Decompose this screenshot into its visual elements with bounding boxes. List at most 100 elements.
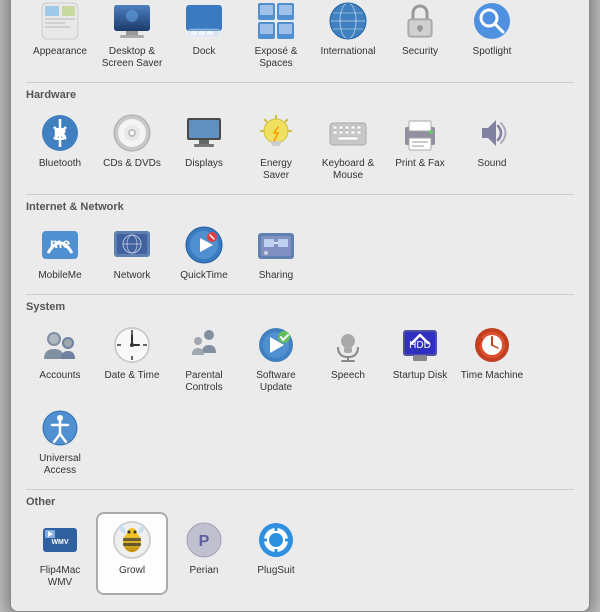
section-label-system: System: [26, 301, 574, 313]
pref-speech[interactable]: Speech: [314, 319, 382, 398]
universal-icon: [38, 406, 82, 450]
universal-label: UniversalAccess: [39, 453, 81, 477]
pref-displays[interactable]: Displays: [170, 107, 238, 186]
pref-desktop[interactable]: Desktop &Screen Saver: [98, 0, 166, 74]
cds-label: CDs & DVDs: [103, 158, 161, 170]
spotlight-icon: [470, 0, 514, 43]
cds-icon: [110, 111, 154, 155]
pref-international[interactable]: International: [314, 0, 382, 74]
svg-text:WMV: WMV: [51, 539, 68, 546]
pref-plugsuit[interactable]: PlugSuit: [242, 514, 310, 593]
pref-expose[interactable]: Exposé &Spaces: [242, 0, 310, 74]
print-label: Print & Fax: [395, 158, 444, 170]
mobileme-label: MobileMe: [38, 270, 81, 282]
pref-startup[interactable]: HDD Startup Disk: [386, 319, 454, 398]
pref-keyboard[interactable]: Keyboard &Mouse: [314, 107, 382, 186]
timemachine-icon: [470, 323, 514, 367]
pref-mobileme[interactable]: me MobileMe: [26, 219, 94, 286]
pref-software[interactable]: SoftwareUpdate: [242, 319, 310, 398]
svg-text:P: P: [199, 533, 210, 550]
desktop-label: Desktop &Screen Saver: [102, 46, 163, 70]
international-icon: [326, 0, 370, 43]
pref-parental[interactable]: ParentalControls: [170, 319, 238, 398]
quicktime-icon: [182, 223, 226, 267]
software-icon: [254, 323, 298, 367]
divider-internet: [26, 194, 574, 195]
desktop-icon: [110, 0, 154, 43]
personal-grid: Appearance: [26, 0, 574, 74]
pref-bluetooth[interactable]: ʙ Bluetooth: [26, 107, 94, 186]
pref-sharing[interactable]: Sharing: [242, 219, 310, 286]
energy-icon: [254, 111, 298, 155]
pref-network[interactable]: Network: [98, 219, 166, 286]
pref-energy[interactable]: EnergySaver: [242, 107, 310, 186]
print-icon: [398, 111, 442, 155]
security-icon: [398, 0, 442, 43]
keyboard-label: Keyboard &Mouse: [322, 158, 374, 182]
pref-sound[interactable]: Sound: [458, 107, 526, 186]
pref-security[interactable]: Security: [386, 0, 454, 74]
pref-accounts[interactable]: Accounts: [26, 319, 94, 398]
pref-cds[interactable]: CDs & DVDs: [98, 107, 166, 186]
divider-other: [26, 489, 574, 490]
pref-growl[interactable]: Growl: [98, 514, 166, 593]
startup-icon: HDD: [398, 323, 442, 367]
software-label: SoftwareUpdate: [256, 370, 295, 394]
speech-icon: [326, 323, 370, 367]
mobileme-icon: me: [38, 223, 82, 267]
sharing-label: Sharing: [259, 270, 293, 282]
expose-label: Exposé &Spaces: [255, 46, 298, 70]
pref-spotlight[interactable]: Spotlight: [458, 0, 526, 74]
pref-flip4mac[interactable]: WMV Flip4MacWMV: [26, 514, 94, 593]
displays-label: Displays: [185, 158, 223, 170]
accounts-label: Accounts: [39, 370, 80, 382]
internet-grid: me MobileMe Network: [26, 219, 574, 286]
spotlight-label: Spotlight: [473, 46, 512, 58]
displays-icon: [182, 111, 226, 155]
appearance-icon: [38, 0, 82, 43]
pref-perian[interactable]: P Perian: [170, 514, 238, 593]
system-preferences-window: System Preferences ◀ ▶ Show All 🔍 Growl …: [10, 0, 590, 612]
growl-icon: [110, 518, 154, 562]
startup-label: Startup Disk: [393, 370, 447, 382]
section-label-other: Other: [26, 496, 574, 508]
pref-universal[interactable]: UniversalAccess: [26, 402, 94, 481]
sound-label: Sound: [478, 158, 507, 170]
growl-label: Growl: [119, 565, 145, 577]
keyboard-icon: [326, 111, 370, 155]
dock-label: Dock: [193, 46, 216, 58]
sharing-icon: [254, 223, 298, 267]
hardware-grid: ʙ Bluetooth CDs &: [26, 107, 574, 186]
speech-label: Speech: [331, 370, 365, 382]
pref-quicktime[interactable]: QuickTime: [170, 219, 238, 286]
content-area: Personal Appearance: [11, 0, 589, 611]
accounts-icon: [38, 323, 82, 367]
section-label-internet: Internet & Network: [26, 201, 574, 213]
plugsuit-icon: [254, 518, 298, 562]
pref-dock[interactable]: Dock: [170, 0, 238, 74]
sound-icon: [470, 111, 514, 155]
energy-label: EnergySaver: [260, 158, 292, 182]
bluetooth-label: Bluetooth: [39, 158, 81, 170]
dock-icon: [182, 0, 226, 43]
bluetooth-icon: ʙ: [38, 111, 82, 155]
parental-icon: [182, 323, 226, 367]
quicktime-label: QuickTime: [180, 270, 227, 282]
pref-print[interactable]: Print & Fax: [386, 107, 454, 186]
pref-appearance[interactable]: Appearance: [26, 0, 94, 74]
expose-icon: [254, 0, 298, 43]
network-label: Network: [114, 270, 151, 282]
perian-label: Perian: [190, 565, 219, 577]
pref-datetime[interactable]: Date & Time: [98, 319, 166, 398]
svg-text:me: me: [50, 235, 70, 251]
divider-system: [26, 294, 574, 295]
divider-hardware: [26, 82, 574, 83]
pref-timemachine[interactable]: Time Machine: [458, 319, 526, 398]
network-icon: [110, 223, 154, 267]
other-grid: WMV Flip4MacWMV: [26, 514, 574, 593]
flip4mac-label: Flip4MacWMV: [40, 565, 81, 589]
flip4mac-icon: WMV: [38, 518, 82, 562]
datetime-label: Date & Time: [104, 370, 159, 382]
section-label-hardware: Hardware: [26, 89, 574, 101]
security-label: Security: [402, 46, 438, 58]
